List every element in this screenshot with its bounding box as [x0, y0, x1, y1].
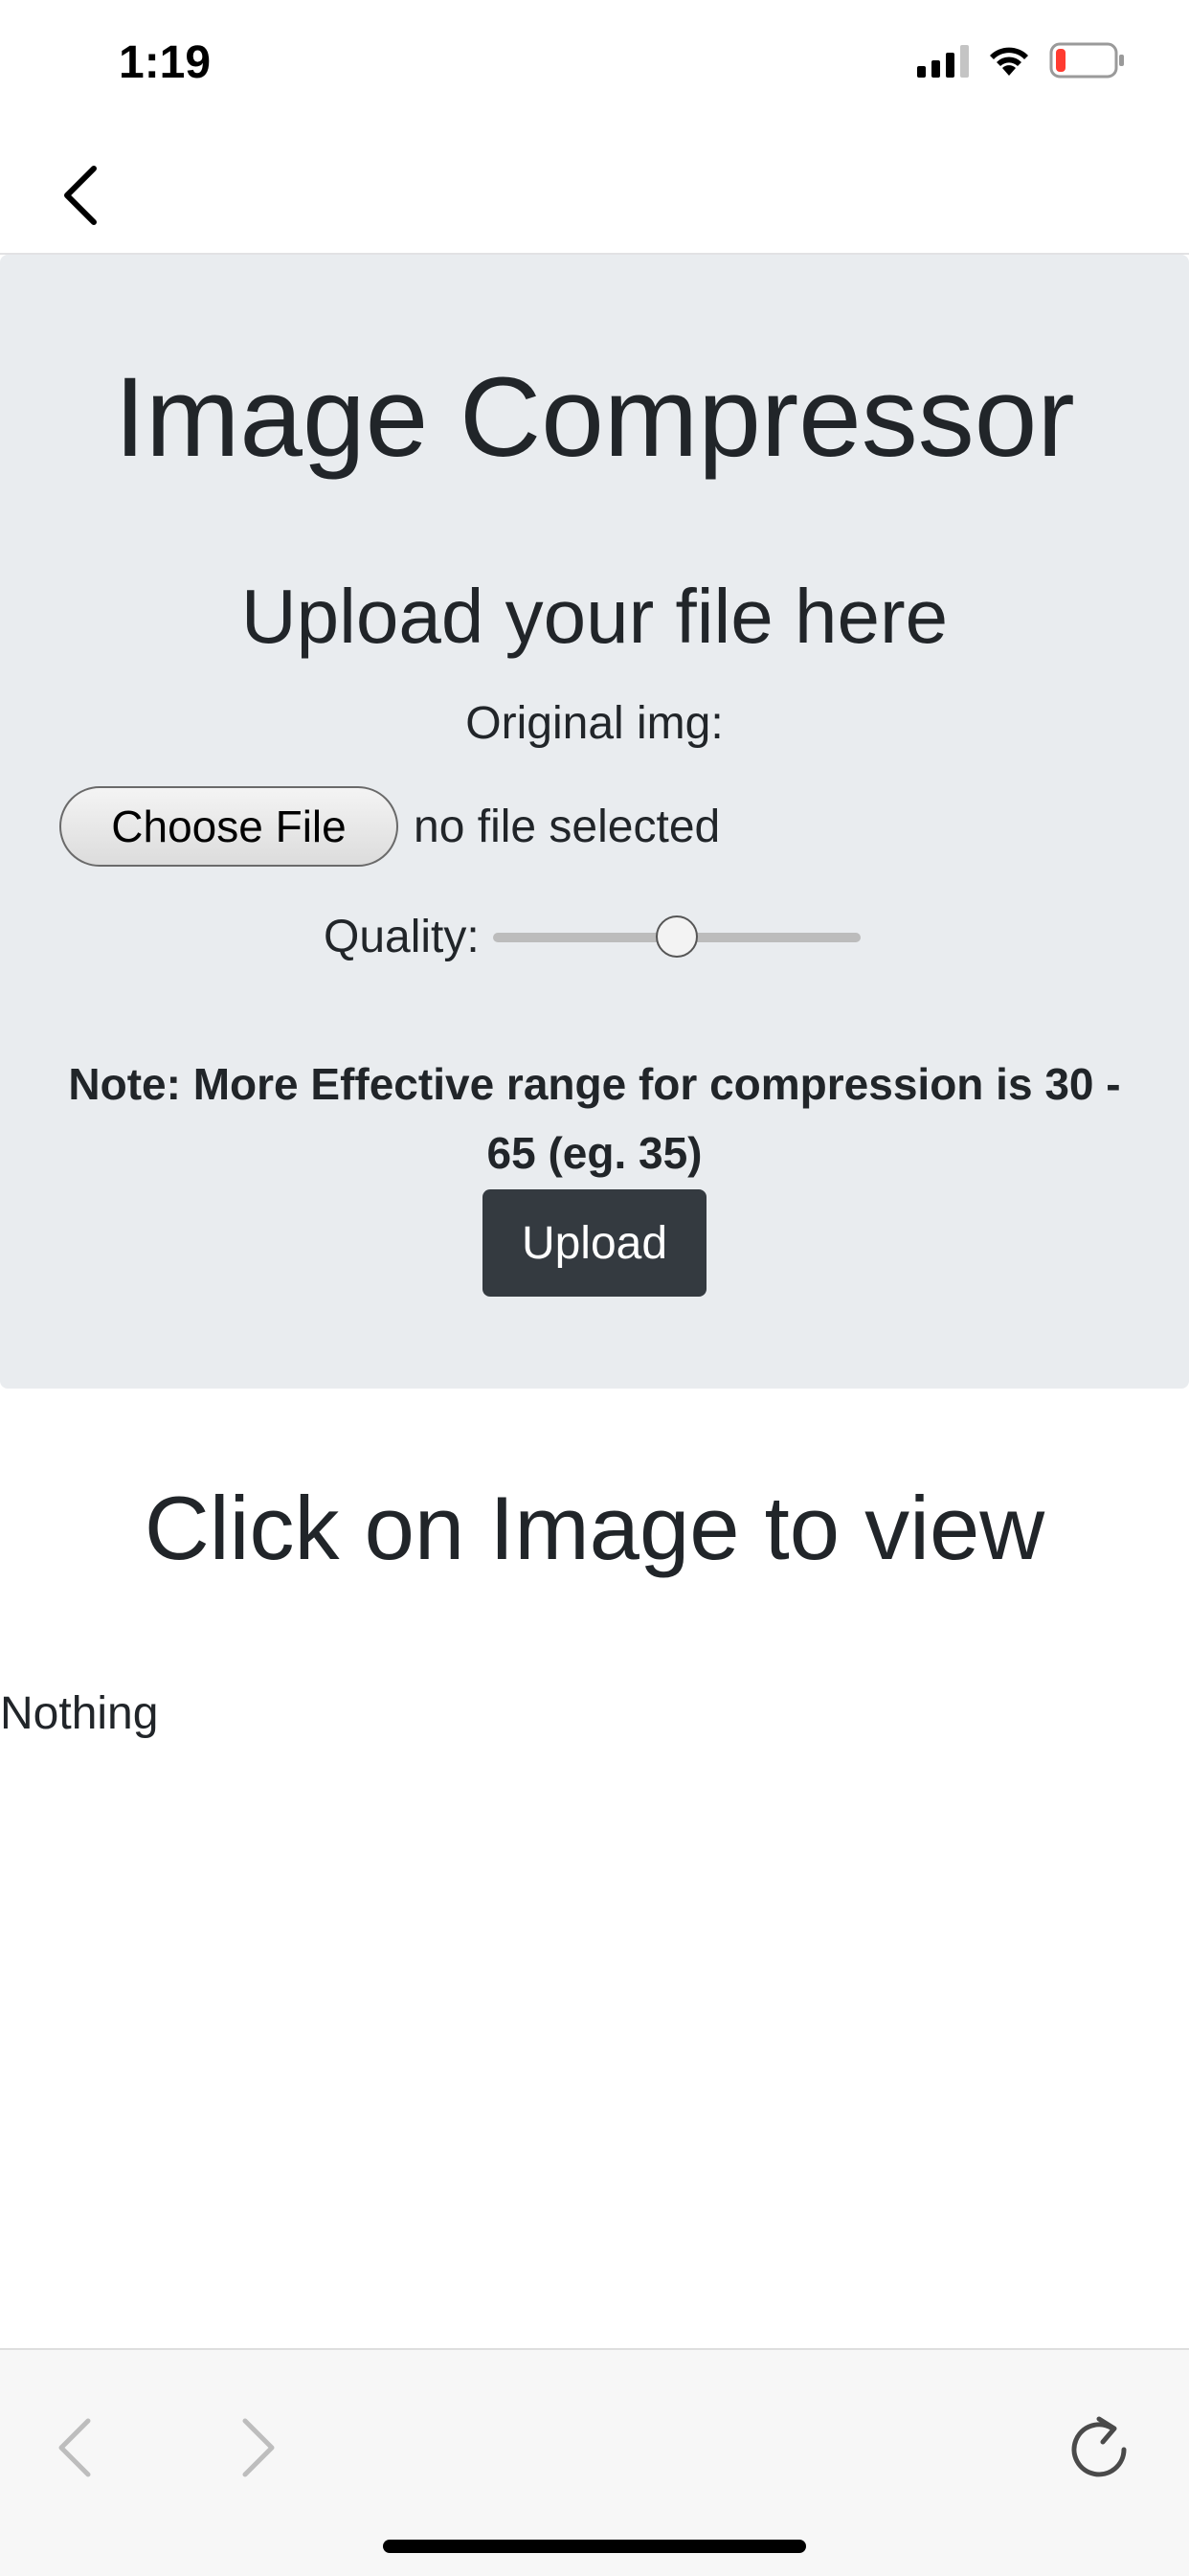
browser-forward-button[interactable] — [218, 2409, 295, 2486]
slider-thumb[interactable] — [655, 915, 698, 958]
battery-icon — [1049, 42, 1126, 79]
results-heading: Click on Image to view — [144, 1478, 1045, 1578]
reload-icon — [1071, 2416, 1127, 2477]
browser-back-button[interactable] — [38, 2409, 115, 2486]
upload-button[interactable]: Upload — [482, 1189, 707, 1297]
home-indicator — [383, 2540, 806, 2553]
navigation-bar — [0, 134, 1189, 255]
browser-toolbar — [0, 2348, 1189, 2576]
wifi-icon — [986, 43, 1032, 78]
back-button[interactable] — [54, 157, 111, 234]
empty-results-text: Nothing — [0, 1688, 159, 1739]
cellular-signal-icon — [917, 43, 969, 78]
status-bar: 1:19 — [0, 0, 1189, 134]
quality-control: Quality: — [324, 908, 861, 965]
choose-file-button[interactable]: Choose File — [59, 786, 398, 867]
page-title: Image Compressor — [114, 354, 1075, 481]
status-time: 1:19 — [119, 37, 212, 88]
upload-heading: Upload your file here — [240, 574, 949, 659]
file-input: Choose File no file selected — [59, 786, 720, 867]
upload-panel: Image Compressor Upload your file here O… — [0, 255, 1189, 1389]
compression-note: Note: More Effective range for compressi… — [68, 1059, 1121, 1178]
quality-label: Quality: — [324, 911, 480, 962]
chevron-right-icon — [242, 2418, 275, 2477]
status-icons — [917, 42, 1126, 79]
chevron-left-icon — [58, 2418, 91, 2477]
file-status-text: no file selected — [414, 801, 721, 852]
reload-button[interactable] — [1061, 2409, 1137, 2486]
original-img-label: Original img: — [465, 698, 724, 749]
chevron-left-icon — [64, 166, 97, 225]
quality-slider[interactable] — [492, 908, 861, 965]
